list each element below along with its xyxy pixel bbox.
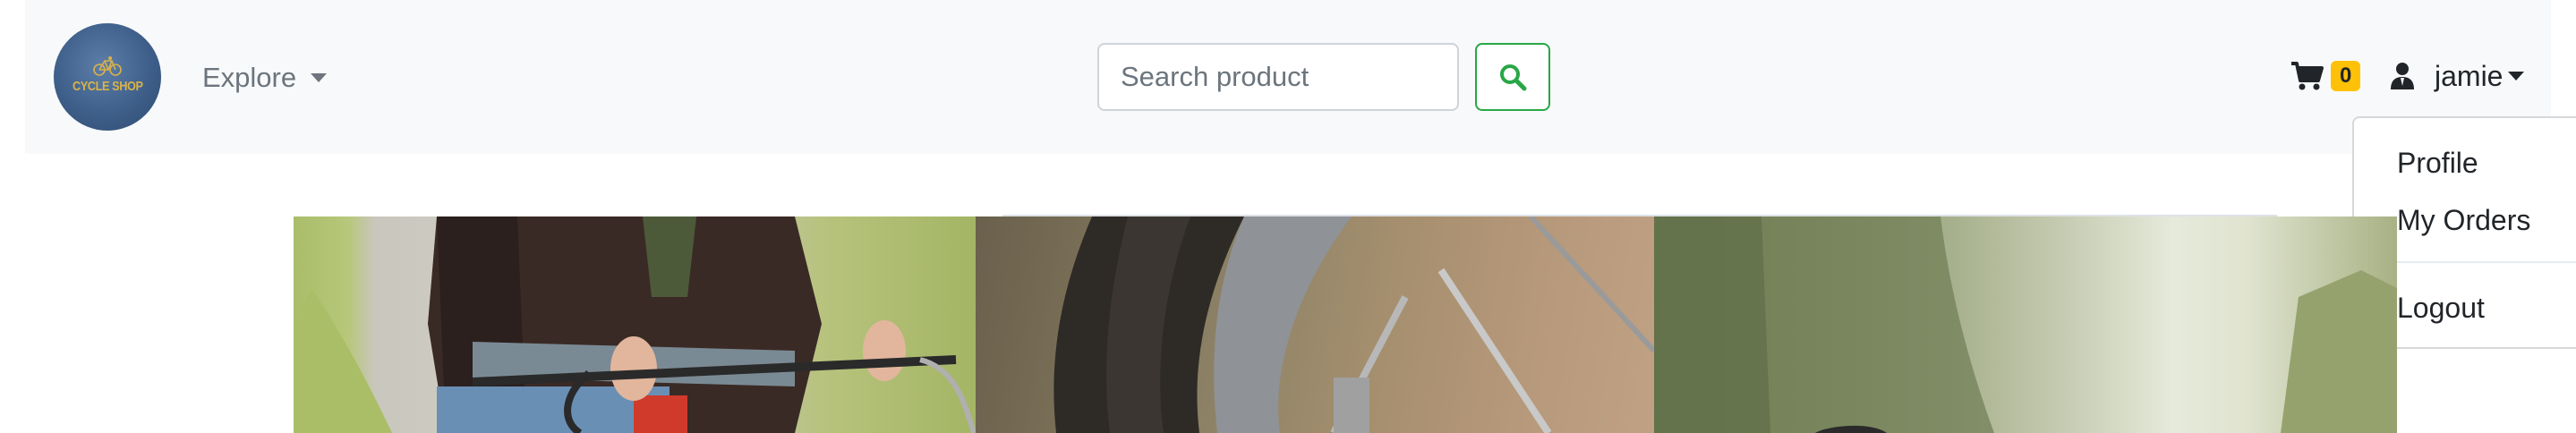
shopping-cart-icon <box>2291 62 2324 90</box>
hero-image-tire <box>976 216 1654 433</box>
cycle-shop-logo[interactable]: CYCLE SHOP <box>54 23 161 131</box>
search-icon <box>1500 64 1527 91</box>
username: jamie <box>2435 59 2503 92</box>
cart-button[interactable]: 0 <box>2290 61 2361 91</box>
search-button[interactable] <box>1475 43 1550 111</box>
hero-image-cyclist <box>294 216 976 433</box>
search-input[interactable] <box>1097 43 1459 111</box>
explore-label: Explore <box>202 62 297 93</box>
hero-image-forest-road <box>1654 216 2397 433</box>
menu-item-profile[interactable]: Profile <box>2397 147 2478 180</box>
explore-dropdown[interactable]: Explore <box>202 59 328 97</box>
cart-count-badge: 0 <box>2331 61 2361 91</box>
chevron-down-icon <box>2508 72 2525 81</box>
bicycle-icon <box>93 55 122 76</box>
top-navbar: CYCLE SHOP Explore 0 jamie <box>25 0 2551 154</box>
menu-item-my-orders[interactable]: My Orders <box>2397 204 2530 237</box>
chevron-down-icon <box>311 73 328 82</box>
logo-text: CYCLE SHOP <box>72 78 143 94</box>
user-menu-toggle[interactable]: jamie <box>2390 57 2525 95</box>
menu-item-logout[interactable]: Logout <box>2397 292 2485 325</box>
user-icon <box>2391 63 2414 89</box>
